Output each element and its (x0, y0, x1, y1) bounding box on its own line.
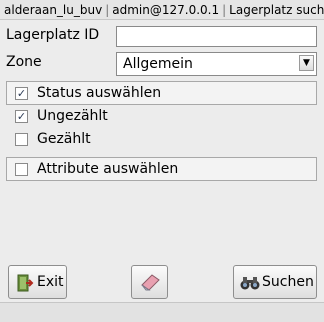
lagerplatz-id-input[interactable] (116, 26, 317, 47)
ungezaehlt-checkbox[interactable]: ✓ (15, 110, 28, 123)
attribute-group-checkbox[interactable] (15, 163, 28, 176)
title-app: alderaan_lu_buv (4, 3, 103, 17)
exit-button[interactable]: Exit (8, 265, 67, 299)
eraser-icon (141, 274, 160, 291)
title-user: admin@127.0.0.1 (112, 3, 220, 17)
gezaehlt-checkbox[interactable] (15, 133, 28, 146)
status-group-label: Status auswählen (37, 85, 162, 101)
exit-button-label: Exit (37, 274, 64, 290)
ungezaehlt-label: Ungezählt (37, 108, 108, 124)
gezaehlt-label: Gezählt (37, 131, 91, 147)
attribute-group-header[interactable]: Attribute auswählen (6, 157, 317, 181)
status-group-header[interactable]: ✓ Status auswählen (6, 81, 317, 105)
search-button[interactable]: Suchen (233, 265, 317, 299)
title-separator: | (105, 3, 110, 17)
binoculars-icon (240, 277, 260, 290)
title-screen: Lagerplatz suchen (229, 3, 324, 17)
attribute-group-label: Attribute auswählen (37, 161, 179, 177)
exit-door-icon (17, 274, 34, 292)
title-separator: | (222, 3, 227, 17)
status-bar (0, 302, 324, 322)
chevron-down-icon[interactable]: ▼ (299, 55, 314, 71)
clear-button[interactable] (131, 265, 168, 299)
zone-label: Zone (6, 54, 42, 70)
search-button-label: Suchen (262, 274, 314, 290)
window-title-bar: alderaan_lu_buv | admin@127.0.0.1 | Lagerpla… (0, 0, 324, 20)
zone-select[interactable]: Allgemein ▼ (116, 52, 317, 76)
zone-select-value: Allgemein (123, 56, 193, 72)
status-group-checkbox[interactable]: ✓ (15, 87, 28, 100)
lagerplatz-id-label: Lagerplatz ID (6, 27, 100, 43)
